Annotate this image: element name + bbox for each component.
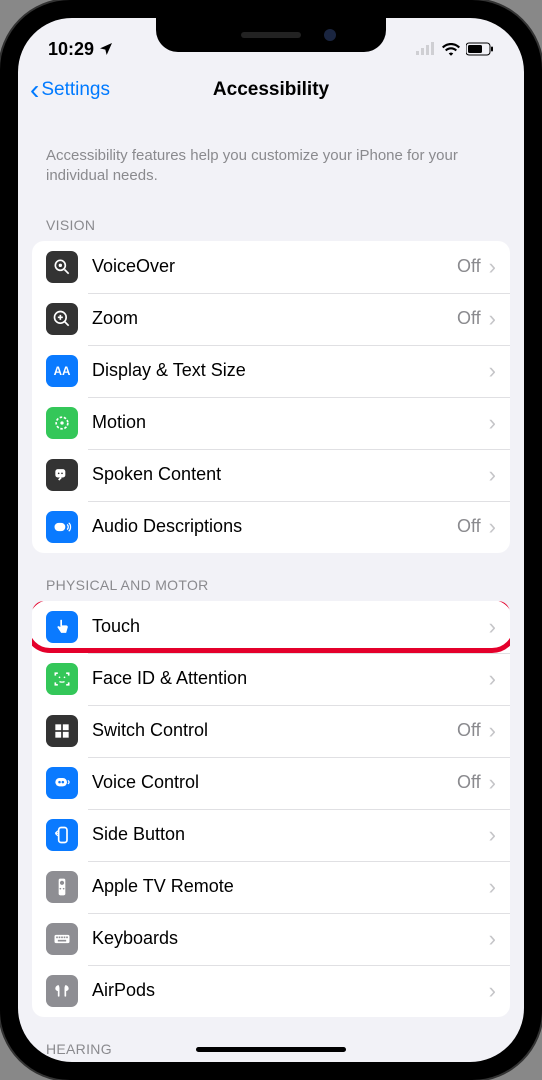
row-value: Off (457, 772, 481, 793)
display-icon: AA (46, 355, 78, 387)
group-vision: VoiceOver Off › Zoom Off › AA Display & … (32, 241, 510, 553)
row-label: Voice Control (92, 772, 457, 793)
row-appletv[interactable]: Apple TV Remote › (32, 861, 510, 913)
zoom-icon (46, 303, 78, 335)
row-airpods[interactable]: AirPods › (32, 965, 510, 1017)
row-label: Face ID & Attention (92, 668, 489, 689)
voiceover-icon (46, 251, 78, 283)
chevron-right-icon: › (489, 306, 496, 332)
chevron-right-icon: › (489, 978, 496, 1004)
notch (156, 18, 386, 52)
row-label: VoiceOver (92, 256, 457, 277)
chevron-right-icon: › (489, 358, 496, 384)
location-icon (98, 41, 114, 57)
chevron-right-icon: › (489, 822, 496, 848)
row-side[interactable]: Side Button › (32, 809, 510, 861)
chevron-right-icon: › (489, 770, 496, 796)
intro-text: Accessibility features help you customiz… (18, 118, 524, 193)
row-label: Switch Control (92, 720, 457, 741)
wifi-icon (442, 42, 460, 56)
side-button-icon (46, 819, 78, 851)
row-label: Side Button (92, 824, 489, 845)
status-time: 10:29 (48, 39, 94, 60)
audio-descriptions-icon (46, 511, 78, 543)
faceid-icon (46, 663, 78, 695)
navigation-bar: ‹ Settings Accessibility (18, 68, 524, 118)
battery-icon (466, 42, 494, 56)
keyboards-icon (46, 923, 78, 955)
section-header-motor: PHYSICAL AND MOTOR (18, 553, 524, 601)
content[interactable]: Accessibility features help you customiz… (18, 118, 524, 1062)
screen: 10:29 ‹ Settings Accessibility Accessibi… (18, 18, 524, 1062)
row-label: Zoom (92, 308, 457, 329)
row-zoom[interactable]: Zoom Off › (32, 293, 510, 345)
switch-icon (46, 715, 78, 747)
row-spoken[interactable]: Spoken Content › (32, 449, 510, 501)
row-motion[interactable]: Motion › (32, 397, 510, 449)
chevron-right-icon: › (489, 614, 496, 640)
svg-text:AA: AA (54, 365, 71, 378)
home-indicator[interactable] (196, 1047, 346, 1052)
row-label: Motion (92, 412, 489, 433)
touch-icon (46, 611, 78, 643)
row-value: Off (457, 516, 481, 537)
chevron-right-icon: › (489, 514, 496, 540)
back-button[interactable]: ‹ Settings (30, 76, 110, 104)
section-header-vision: VISION (18, 193, 524, 241)
row-value: Off (457, 308, 481, 329)
group-motor: Touch › Face ID & Attention › Switch Con… (32, 601, 510, 1017)
page-title: Accessibility (213, 79, 329, 101)
row-label: Spoken Content (92, 464, 489, 485)
row-label: AirPods (92, 980, 489, 1001)
chevron-right-icon: › (489, 462, 496, 488)
back-label: Settings (41, 79, 110, 101)
row-keyboards[interactable]: Keyboards › (32, 913, 510, 965)
row-label: Audio Descriptions (92, 516, 457, 537)
row-voiceover[interactable]: VoiceOver Off › (32, 241, 510, 293)
row-switch[interactable]: Switch Control Off › (32, 705, 510, 757)
row-voice[interactable]: Voice Control Off › (32, 757, 510, 809)
chevron-left-icon: ‹ (30, 76, 39, 104)
chevron-right-icon: › (489, 410, 496, 436)
row-label: Display & Text Size (92, 360, 489, 381)
row-label: Keyboards (92, 928, 489, 949)
row-faceid[interactable]: Face ID & Attention › (32, 653, 510, 705)
chevron-right-icon: › (489, 926, 496, 952)
row-audio[interactable]: Audio Descriptions Off › (32, 501, 510, 553)
motion-icon (46, 407, 78, 439)
phone-frame: 10:29 ‹ Settings Accessibility Accessibi… (0, 0, 542, 1080)
spoken-icon (46, 459, 78, 491)
row-touch[interactable]: Touch › (32, 601, 510, 653)
cellular-icon (416, 42, 436, 56)
chevron-right-icon: › (489, 254, 496, 280)
row-value: Off (457, 256, 481, 277)
airpods-icon (46, 975, 78, 1007)
chevron-right-icon: › (489, 718, 496, 744)
chevron-right-icon: › (489, 874, 496, 900)
apple-tv-remote-icon (46, 871, 78, 903)
row-display[interactable]: AA Display & Text Size › (32, 345, 510, 397)
voice-control-icon (46, 767, 78, 799)
chevron-right-icon: › (489, 666, 496, 692)
row-value: Off (457, 720, 481, 741)
row-label: Touch (92, 616, 489, 637)
row-label: Apple TV Remote (92, 876, 489, 897)
